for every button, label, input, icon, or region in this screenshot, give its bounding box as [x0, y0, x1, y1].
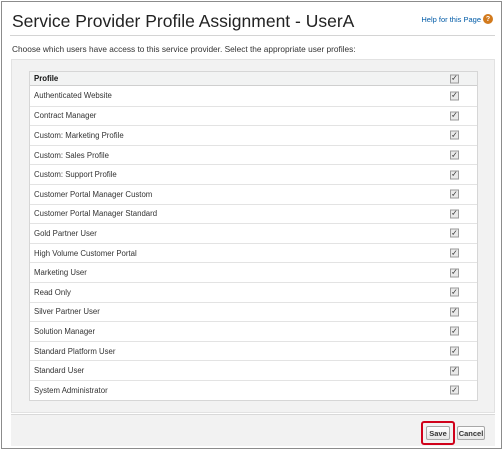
instructions-text: Choose which users have access to this s…: [12, 44, 356, 54]
profile-checkbox[interactable]: ✓: [450, 346, 459, 356]
question-mark-icon[interactable]: ?: [483, 14, 493, 24]
profile-label: Customer Portal Manager Custom: [34, 189, 153, 199]
profile-label: Custom: Sales Profile: [34, 150, 109, 160]
table-row: Customer Portal Manager Standard ✓: [30, 203, 477, 224]
table-row: Custom: Marketing Profile ✓: [30, 125, 477, 145]
profile-label: Custom: Support Profile: [34, 170, 117, 180]
profile-checkbox[interactable]: ✓: [450, 385, 459, 395]
profile-label: Silver Partner User: [34, 307, 100, 317]
table-row: Custom: Support Profile ✓: [30, 164, 477, 184]
table-header-row: Profile ✓: [30, 72, 477, 86]
profile-checkbox[interactable]: ✓: [450, 326, 459, 336]
table-row: Customer Portal Manager Custom ✓: [30, 183, 477, 204]
cancel-button[interactable]: Cancel: [457, 426, 485, 440]
profile-label: Read Only: [34, 287, 71, 297]
table-row: Marketing User ✓: [30, 262, 477, 282]
table-row: Gold Partner User ✓: [30, 223, 477, 243]
profile-table: Profile ✓ Authenticated Website ✓ Contract…: [29, 71, 478, 401]
table-row: Solution Manager ✓: [30, 321, 477, 341]
profile-label: Gold Partner User: [34, 228, 97, 238]
profile-checkbox[interactable]: ✓: [450, 91, 459, 101]
profile-checkbox[interactable]: ✓: [450, 307, 459, 317]
profile-label: System Administrator: [34, 385, 108, 395]
help-link[interactable]: Help for this Page ?: [421, 14, 493, 24]
profile-label: Authenticated Website: [34, 91, 112, 101]
profile-panel: Profile ✓ Authenticated Website ✓ Contract…: [11, 59, 495, 413]
profile-label: Marketing User: [34, 268, 87, 278]
profile-checkbox[interactable]: ✓: [450, 111, 459, 121]
table-row: System Administrator ✓: [30, 379, 477, 400]
page-title: Service Provider Profile Assignment - Us…: [12, 11, 355, 31]
table-row: Custom: Sales Profile ✓: [30, 144, 477, 165]
profile-checkbox[interactable]: ✓: [450, 130, 459, 140]
title-divider: [10, 35, 495, 36]
table-row: Silver Partner User ✓: [30, 301, 477, 322]
table-row: High Volume Customer Portal ✓: [30, 242, 477, 263]
profile-label: Contract Manager: [34, 111, 97, 121]
table-row: Contract Manager ✓: [30, 105, 477, 126]
profile-checkbox[interactable]: ✓: [450, 150, 459, 160]
profile-checkbox[interactable]: ✓: [450, 248, 459, 258]
table-row: Authenticated Website ✓: [30, 86, 477, 106]
profile-checkbox[interactable]: ✓: [450, 366, 459, 376]
table-row: Standard User ✓: [30, 360, 477, 380]
dialog-window: Service Provider Profile Assignment - Us…: [1, 1, 502, 449]
help-link-label[interactable]: Help for this Page: [421, 15, 481, 24]
profile-label: Standard Platform User: [34, 346, 116, 356]
profile-label: High Volume Customer Portal: [34, 248, 137, 258]
profile-label: Solution Manager: [34, 326, 96, 336]
profile-label: Standard User: [34, 366, 85, 376]
button-bar: Save Cancel: [11, 414, 495, 446]
save-button[interactable]: Save: [426, 426, 450, 440]
profile-checkbox[interactable]: ✓: [450, 209, 459, 219]
table-row: Read Only ✓: [30, 281, 477, 302]
profile-checkbox[interactable]: ✓: [450, 170, 459, 180]
profile-checkbox[interactable]: ✓: [450, 287, 459, 297]
column-header-profile: Profile: [34, 74, 59, 83]
profile-label: Customer Portal Manager Standard: [34, 209, 158, 219]
table-row: Standard Platform User ✓: [30, 340, 477, 361]
profile-checkbox[interactable]: ✓: [450, 268, 459, 278]
profile-label: Custom: Marketing Profile: [34, 130, 124, 140]
select-all-checkbox[interactable]: ✓: [450, 74, 459, 83]
profile-checkbox[interactable]: ✓: [450, 189, 459, 199]
profile-checkbox[interactable]: ✓: [450, 228, 459, 238]
